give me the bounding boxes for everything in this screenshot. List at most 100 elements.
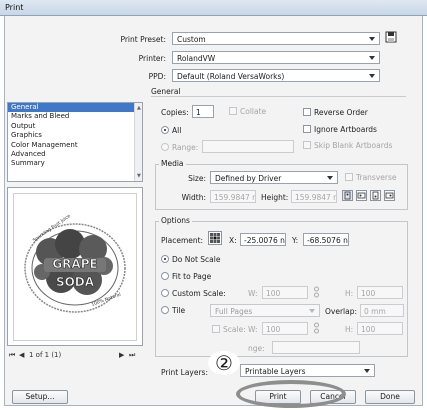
width-input[interactable]: 159.9847 r xyxy=(210,190,256,203)
scale-h-label: H: xyxy=(345,325,354,334)
artwork-thumbnail: GRAPE SODA Sparkling Fruit Juice 100% Na… xyxy=(24,213,126,313)
chevron-down-icon xyxy=(309,309,315,313)
ignore-artboards-checkbox[interactable] xyxy=(303,125,311,133)
next-page-icon[interactable]: ▶ xyxy=(119,351,124,359)
landscape-orientation-icon[interactable] xyxy=(356,190,367,201)
chevron-down-icon xyxy=(327,176,333,180)
preview-page-navigator: ⏮ ◀ 1 of 1 (1) ▶ ⏭ xyxy=(7,351,143,361)
title-bar: Print xyxy=(0,0,427,16)
scale-checkbox[interactable] xyxy=(212,325,220,333)
options-title: Options xyxy=(159,216,192,225)
size-label: Size: xyxy=(188,174,206,183)
page-indicator: 1 of 1 (1) xyxy=(29,351,62,359)
print-layers-dropdown[interactable]: Printable Layers xyxy=(240,364,375,377)
chevron-down-icon xyxy=(369,37,375,41)
collate-label: Collate xyxy=(240,107,267,116)
do-not-scale-radio[interactable] xyxy=(161,255,169,263)
placement-grid-icon[interactable] xyxy=(208,231,222,245)
portrait-orientation-icon[interactable] xyxy=(342,190,353,201)
printer-label: Printer: xyxy=(138,54,166,63)
reverse-order-checkbox[interactable] xyxy=(303,108,311,116)
tile-range-input[interactable] xyxy=(272,341,360,354)
custom-scale-radio[interactable] xyxy=(161,289,169,297)
printer-dropdown[interactable]: RolandVW xyxy=(172,51,380,64)
custom-h-label: H: xyxy=(345,289,354,298)
scroll-up-icon[interactable]: ▲ xyxy=(137,105,141,111)
category-list[interactable]: General Marks and Bleed Output Graphics … xyxy=(7,102,143,182)
scroll-down-icon[interactable]: ▼ xyxy=(137,173,141,179)
print-layers-label: Print Layers: xyxy=(161,368,208,377)
artwork-grape-text: GRAPE xyxy=(52,257,97,271)
collate-checkbox[interactable] xyxy=(229,107,237,115)
first-page-icon[interactable]: ⏮ xyxy=(9,351,15,360)
scale-w-input[interactable]: 100 xyxy=(262,322,308,335)
reverse-order-label: Reverse Order xyxy=(314,108,368,117)
chevron-down-icon xyxy=(364,369,370,373)
chevron-down-icon xyxy=(369,56,375,60)
copies-input[interactable]: 1 xyxy=(192,105,214,118)
all-radio[interactable] xyxy=(161,126,169,134)
scale-h-input[interactable]: 100 xyxy=(357,322,403,335)
artwork-soda-text: SODA xyxy=(56,275,95,289)
print-preview-pane: GRAPE SODA Sparkling Fruit Juice 100% Na… xyxy=(7,187,143,346)
height-label: Height: xyxy=(261,193,289,202)
sidebar-item-graphics[interactable]: Graphics xyxy=(8,131,142,140)
sidebar-item-general[interactable]: General xyxy=(8,103,142,113)
copies-label: Copies: xyxy=(161,108,189,117)
skip-blank-label: Skip Blank Artboards xyxy=(314,141,393,150)
range-input[interactable] xyxy=(202,140,294,153)
size-dropdown[interactable]: Defined by Driver xyxy=(210,171,338,184)
window-title: Print xyxy=(5,3,24,12)
landscape-flipped-orientation-icon[interactable] xyxy=(384,190,395,201)
sidebar-item-advanced[interactable]: Advanced xyxy=(8,150,142,159)
overlap-label: Overlap: xyxy=(325,307,358,316)
tile-dropdown[interactable]: Full Pages xyxy=(210,304,320,317)
custom-w-input[interactable]: 100 xyxy=(262,286,308,299)
constrain-proportions-icon[interactable] xyxy=(313,286,320,298)
print-preset-dropdown[interactable]: Custom xyxy=(172,32,380,45)
fit-to-page-label: Fit to Page xyxy=(172,272,212,281)
ppd-label: PPD: xyxy=(148,72,166,81)
skip-blank-checkbox[interactable] xyxy=(303,141,311,149)
scale-w-label: W: xyxy=(248,325,258,334)
range-radio[interactable] xyxy=(161,143,169,151)
transverse-checkbox[interactable] xyxy=(345,173,353,181)
sidebar-item-color-management[interactable]: Color Management xyxy=(8,141,142,150)
portrait-flipped-orientation-icon[interactable] xyxy=(370,190,381,201)
step-marker-2: ② xyxy=(208,351,240,375)
sidebar-item-output[interactable]: Output xyxy=(8,122,142,131)
all-label: All xyxy=(172,126,182,135)
scale-label: Scale: xyxy=(223,325,246,334)
custom-h-input[interactable]: 100 xyxy=(357,286,403,299)
prev-page-icon[interactable]: ◀ xyxy=(19,351,24,359)
tile-label: Tile xyxy=(172,306,186,315)
sidebar-item-summary[interactable]: Summary xyxy=(8,159,142,168)
y-label: Y: xyxy=(292,236,299,245)
tile-radio[interactable] xyxy=(161,306,169,314)
sidebar-item-marks-and-bleed[interactable]: Marks and Bleed xyxy=(8,112,142,121)
custom-scale-label: Custom Scale: xyxy=(172,289,226,298)
x-input[interactable]: -25.0076 n xyxy=(240,233,286,246)
y-input[interactable]: -68.5076 n xyxy=(303,233,349,246)
general-divider xyxy=(151,96,406,97)
ignore-artboards-label: Ignore Artboards xyxy=(314,125,377,134)
print-preset-label: Print Preset: xyxy=(120,35,166,44)
preview-page: GRAPE SODA Sparkling Fruit Juice 100% Na… xyxy=(13,193,137,341)
height-input[interactable]: 159.9847 r xyxy=(291,190,337,203)
ppd-dropdown[interactable]: Default (Roland VersaWorks) xyxy=(172,69,380,82)
print-button-highlight xyxy=(236,380,346,408)
save-preset-icon[interactable] xyxy=(385,30,397,43)
chevron-down-icon xyxy=(369,74,375,78)
setup-button[interactable]: Setup... xyxy=(12,390,68,404)
range-label: Range: xyxy=(172,143,199,152)
custom-w-label: W: xyxy=(248,289,258,298)
transverse-label: Transverse xyxy=(356,173,397,182)
category-scrollbar[interactable]: ▲ ▼ xyxy=(134,103,142,181)
fit-to-page-radio[interactable] xyxy=(161,272,169,280)
done-button[interactable]: Done xyxy=(365,390,415,404)
last-page-icon[interactable]: ⏭ xyxy=(129,351,135,360)
x-label: X: xyxy=(229,236,237,245)
scale-constrain-icon[interactable] xyxy=(313,322,320,334)
overlap-input[interactable]: 0 mm xyxy=(360,304,404,317)
placement-label: Placement: xyxy=(161,236,204,245)
